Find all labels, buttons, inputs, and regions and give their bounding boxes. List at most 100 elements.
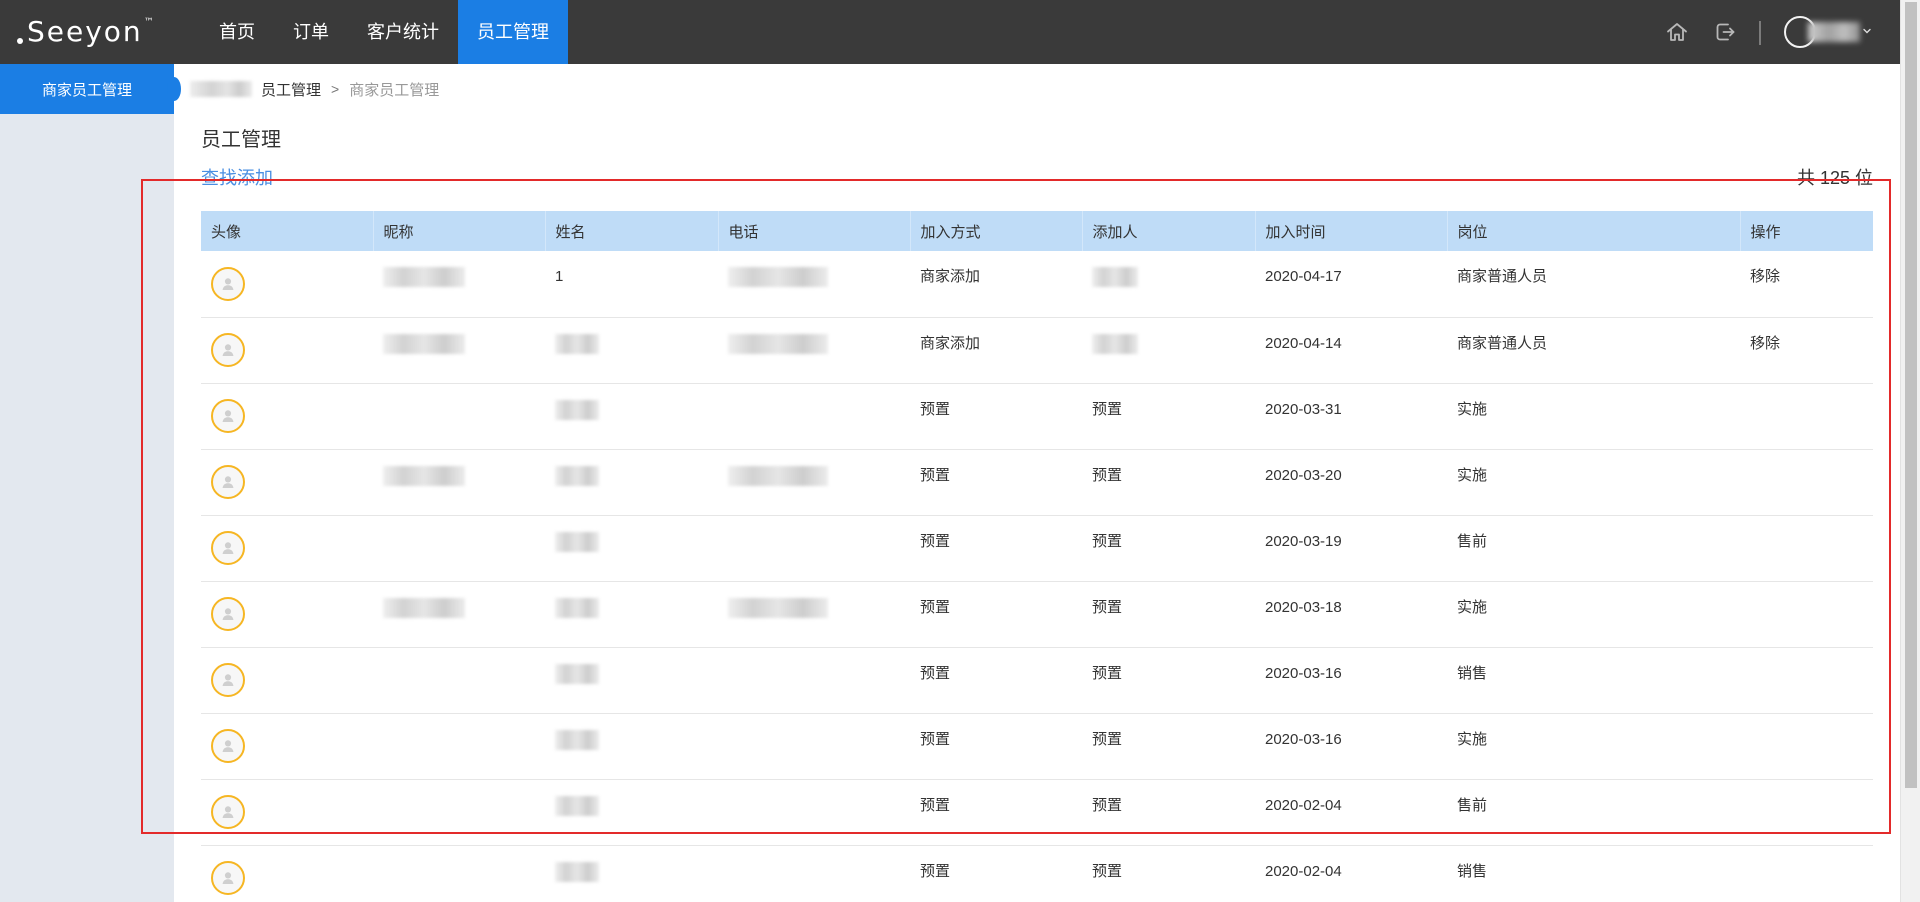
join-method-text: 预置 — [920, 466, 951, 484]
breadcrumb: 员工管理 > 商家员工管理 — [190, 79, 439, 99]
join-method-text: 预置 — [920, 796, 951, 814]
join-date-text: 2020-03-20 — [1265, 466, 1342, 484]
breadcrumb-item-redacted[interactable] — [190, 81, 252, 97]
sidebar-item-merchant-staff-management[interactable]: 商家员工管理 — [0, 64, 181, 114]
vertical-scrollbar[interactable] — [1900, 0, 1920, 902]
redacted-phone — [728, 333, 828, 354]
column-header-name: 姓名 — [544, 211, 718, 251]
breadcrumb-separator: > — [331, 81, 340, 97]
cell-name — [545, 383, 718, 450]
cell-avatar — [201, 317, 373, 384]
home-icon[interactable] — [1665, 20, 1689, 44]
logout-icon[interactable] — [1713, 20, 1737, 44]
table-row: 预置 预置 2020-02-04 销售 — [201, 845, 1873, 902]
position-text: 实施 — [1457, 466, 1488, 484]
remove-action[interactable]: 移除 — [1750, 268, 1780, 285]
user-name-redacted[interactable] — [1808, 22, 1860, 42]
redacted-name — [555, 531, 599, 552]
search-add-link[interactable]: 查找添加 — [201, 167, 273, 189]
cell-phone — [718, 251, 910, 318]
default-user-avatar-icon — [211, 795, 245, 829]
nav-item-customer-stats[interactable]: 客户统计 — [348, 0, 458, 64]
logo-trademark: ™ — [143, 17, 154, 28]
cell-name — [545, 581, 718, 648]
cell-phone — [718, 647, 910, 714]
cell-avatar — [201, 647, 373, 714]
cell-phone — [718, 449, 910, 516]
join-method-text: 预置 — [920, 664, 951, 682]
redacted-name — [555, 729, 599, 750]
nav-item-orders[interactable]: 订单 — [274, 0, 348, 64]
default-user-avatar-icon — [211, 861, 245, 895]
cell-added-by: 预置 — [1082, 845, 1255, 902]
cell-avatar — [201, 779, 373, 846]
join-method-text: 预置 — [920, 532, 951, 550]
cell-avatar — [201, 581, 373, 648]
cell-name: 1 — [545, 251, 718, 318]
cell-join-method: 预置 — [910, 779, 1082, 846]
table-row: 预置 预置 2020-03-18 实施 — [201, 581, 1873, 648]
redacted-phone — [728, 465, 828, 486]
logo-dot — [17, 38, 23, 44]
cell-position: 实施 — [1447, 581, 1740, 648]
position-text: 实施 — [1457, 400, 1488, 418]
chevron-down-icon[interactable] — [1862, 26, 1872, 36]
cell-position: 商家普通人员 — [1447, 317, 1740, 384]
cell-join-date: 2020-02-04 — [1255, 779, 1447, 846]
added-by-text: 预置 — [1092, 862, 1123, 880]
cell-action: 移除 — [1740, 317, 1873, 384]
column-header-added-by: 添加人 — [1081, 211, 1255, 251]
position-text: 实施 — [1457, 730, 1488, 748]
cell-avatar — [201, 845, 373, 902]
table-row: 预置 预置 2020-03-20 实施 — [201, 449, 1873, 516]
cell-join-method: 预置 — [910, 845, 1082, 902]
toolbar-divider — [1759, 21, 1761, 45]
logo-text: Seeyon — [27, 15, 143, 48]
join-date-text: 2020-03-16 — [1265, 730, 1342, 748]
cell-position: 实施 — [1447, 449, 1740, 516]
table-row: 预置 预置 2020-02-04 售前 — [201, 779, 1873, 846]
cell-name — [545, 713, 718, 780]
column-header-avatar: 头像 — [201, 211, 373, 251]
seeyon-logo[interactable]: Seeyon ™ — [17, 0, 154, 64]
nav-item-home[interactable]: 首页 — [200, 0, 274, 64]
cell-nickname — [373, 713, 545, 780]
position-text: 售前 — [1457, 532, 1488, 550]
table-row: 预置 预置 2020-03-16 实施 — [201, 713, 1873, 780]
table-row: 预置 预置 2020-03-16 销售 — [201, 647, 1873, 714]
cell-join-method: 预置 — [910, 713, 1082, 780]
main-nav: 首页 订单 客户统计 员工管理 — [200, 0, 568, 64]
cell-added-by: 预置 — [1082, 647, 1255, 714]
cell-join-date: 2020-02-04 — [1255, 845, 1447, 902]
nav-item-staff-management[interactable]: 员工管理 — [458, 0, 568, 64]
top-navbar: Seeyon ™ 首页 订单 客户统计 员工管理 — [0, 0, 1900, 64]
redacted-nickname — [383, 333, 465, 354]
cell-name — [545, 779, 718, 846]
position-text: 商家普通人员 — [1457, 268, 1548, 285]
cell-added-by — [1082, 317, 1255, 384]
cell-added-by: 预置 — [1082, 581, 1255, 648]
cell-added-by: 预置 — [1082, 383, 1255, 450]
cell-join-method: 预置 — [910, 449, 1082, 516]
cell-join-date: 2020-03-16 — [1255, 647, 1447, 714]
redacted-name — [555, 597, 599, 618]
cell-avatar — [201, 449, 373, 516]
table-row: 1 商家添加 2020-04-17 商家普通人员 移除 — [201, 251, 1873, 318]
join-method-text: 商家添加 — [920, 334, 981, 352]
breadcrumb-item-current: 商家员工管理 — [349, 81, 440, 99]
breadcrumb-item-staff-management[interactable]: 员工管理 — [261, 79, 321, 100]
redacted-added-by — [1092, 333, 1138, 354]
column-header-action: 操作 — [1739, 211, 1873, 251]
cell-join-date: 2020-03-16 — [1255, 713, 1447, 780]
redacted-name — [555, 333, 599, 354]
cell-action — [1740, 581, 1873, 648]
position-text: 实施 — [1457, 598, 1488, 616]
join-method-text: 商家添加 — [920, 268, 981, 285]
table-row: 预置 预置 2020-03-19 售前 — [201, 515, 1873, 582]
remove-action[interactable]: 移除 — [1750, 335, 1780, 352]
table-header-row: 头像 昵称 姓名 电话 加入方式 添加人 加入时间 岗位 操作 — [201, 211, 1873, 251]
position-text: 销售 — [1457, 664, 1488, 682]
cell-join-method: 预置 — [910, 515, 1082, 582]
scrollbar-thumb[interactable] — [1905, 2, 1917, 788]
join-date-text: 2020-04-14 — [1265, 334, 1342, 352]
